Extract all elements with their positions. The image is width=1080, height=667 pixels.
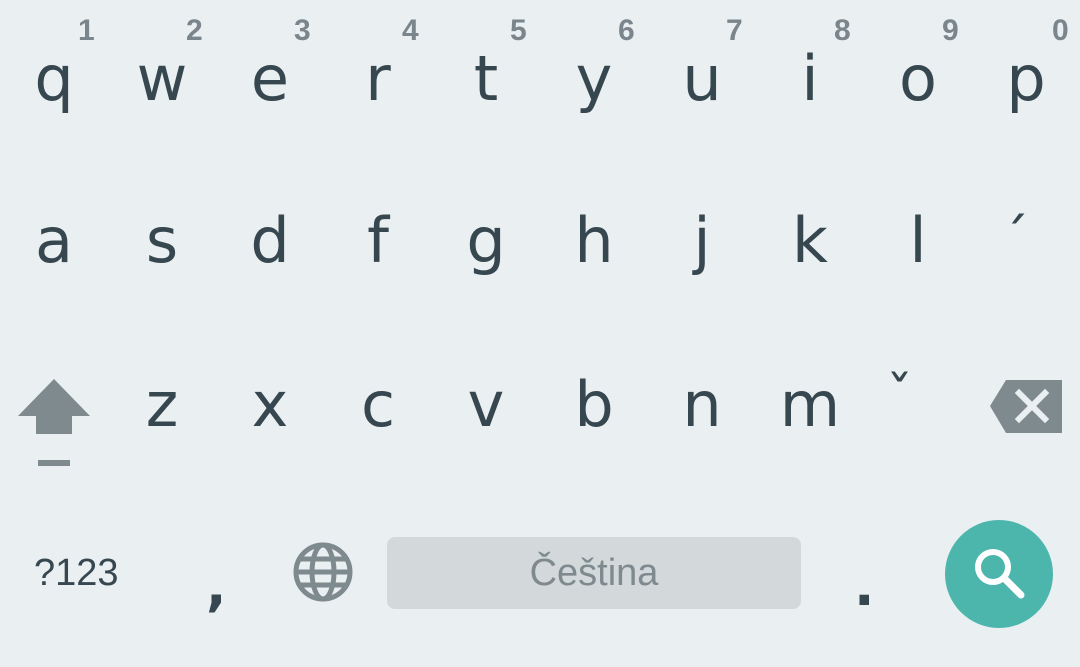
space-bar[interactable]: Čeština	[387, 537, 801, 609]
key-letter: z	[145, 368, 179, 441]
key-z[interactable]: z	[108, 0, 216, 436]
period-key-label: .	[854, 555, 875, 618]
key-letter: ˇ	[886, 365, 913, 428]
shift-key[interactable]	[0, 344, 108, 484]
space-bar-language-label: Čeština	[529, 552, 659, 594]
backspace-key[interactable]	[972, 344, 1080, 484]
backspace-icon	[990, 380, 1062, 433]
key-m[interactable]: m	[756, 0, 864, 436]
key-x[interactable]: x	[216, 0, 324, 436]
search-action-key[interactable]	[945, 520, 1053, 628]
globe-icon	[293, 542, 353, 602]
key-acute-accent[interactable]: ´	[972, 0, 1080, 266]
key-v[interactable]: v	[432, 0, 540, 436]
key-letter: b	[574, 368, 614, 441]
key-letter: c	[360, 368, 396, 441]
key-letter: j	[693, 204, 711, 277]
key-letter: n	[682, 368, 722, 441]
key-c[interactable]: c	[324, 0, 432, 436]
shift-arrow-icon	[18, 379, 90, 466]
comma-key-label: ,	[206, 555, 227, 618]
key-a[interactable]: a	[0, 0, 108, 272]
key-letter: x	[251, 368, 289, 441]
key-letter: l	[909, 204, 927, 277]
key-letter: s	[145, 204, 179, 277]
key-letter: d	[250, 204, 290, 277]
key-letter: m	[779, 368, 841, 441]
symbols-key-label: ?123	[34, 552, 119, 594]
key-letter: f	[367, 204, 389, 277]
soft-keyboard: 1 q 2 w 3 e 4 r 5 t 6 y 7 u 8 i 9 o 0 p …	[0, 0, 1080, 667]
language-switch-key[interactable]	[270, 510, 378, 640]
key-b[interactable]: b	[540, 0, 648, 436]
key-letter: a	[35, 204, 73, 277]
search-icon	[975, 549, 1025, 599]
key-n[interactable]: n	[648, 0, 756, 436]
key-caron-accent[interactable]: ˇ	[864, 0, 972, 424]
key-letter: k	[792, 204, 828, 277]
key-letter: h	[574, 204, 614, 277]
key-letter: v	[467, 368, 505, 441]
key-letter: g	[466, 204, 506, 277]
key-letter: ´	[1002, 207, 1029, 270]
